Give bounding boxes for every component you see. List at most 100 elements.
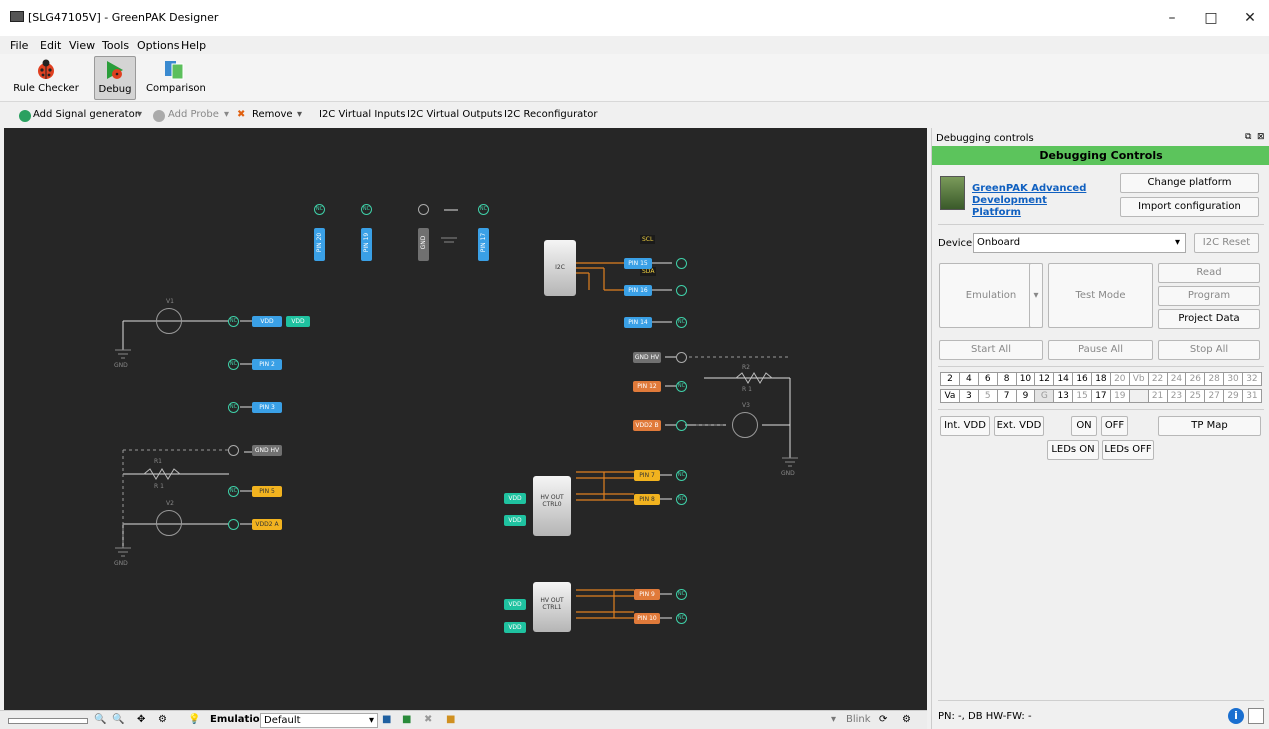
add-signal-generator-button[interactable]: Add Signal generator <box>33 109 139 120</box>
voltage-source-v3[interactable] <box>732 412 758 438</box>
tp-button[interactable]: 14 <box>1054 372 1074 386</box>
pin-14[interactable]: PIN 14 <box>624 317 652 328</box>
tp-button[interactable]: 19 <box>1110 389 1130 403</box>
pan-icon[interactable]: ✥ <box>137 714 145 725</box>
tp-button[interactable]: 26 <box>1186 372 1206 386</box>
tp-button[interactable]: Va <box>940 389 960 403</box>
zoom-slider[interactable] <box>8 718 88 724</box>
add-signal-dropdown-icon[interactable]: ▾ <box>137 109 142 120</box>
pause-all-button[interactable]: Pause All <box>1048 340 1153 360</box>
tp-button[interactable]: 29 <box>1224 389 1243 403</box>
delete-icon[interactable]: ✖ <box>424 714 432 725</box>
tp-button[interactable]: 9 <box>1016 389 1036 403</box>
comparison-button[interactable]: Comparison <box>146 56 206 100</box>
pin-9[interactable]: PIN 9 <box>634 589 660 600</box>
tp-button[interactable]: 3 <box>959 389 979 403</box>
i2c-reconfigurator-button[interactable]: I2C Reconfigurator <box>504 109 597 120</box>
emulation-button[interactable]: Emulation <box>939 263 1043 328</box>
voltage-source-v1[interactable] <box>156 308 182 334</box>
pin-2[interactable]: PIN 2 <box>252 359 282 370</box>
tp-button[interactable]: 16 <box>1073 372 1092 386</box>
probe-pin15[interactable] <box>676 258 687 269</box>
fit-icon[interactable]: ⚙ <box>158 714 167 725</box>
maximize-button[interactable]: □ <box>1196 6 1226 30</box>
remove-button[interactable]: Remove <box>252 109 293 120</box>
tp-button[interactable]: 10 <box>1016 372 1036 386</box>
ext-vdd-button[interactable]: Ext. VDD <box>994 416 1044 436</box>
info-icon[interactable]: i <box>1228 708 1244 724</box>
nc-pin7[interactable]: NC <box>676 470 687 481</box>
nc-pin20[interactable]: NC <box>314 204 325 215</box>
tp-button[interactable]: Vb <box>1129 372 1149 386</box>
pin-16[interactable]: PIN 16 <box>624 285 652 296</box>
off-button[interactable]: OFF <box>1101 416 1128 436</box>
probe-pin16[interactable] <box>676 285 687 296</box>
nc-pin3[interactable]: NC <box>228 402 239 413</box>
tp-button[interactable]: 20 <box>1110 372 1130 386</box>
device-select[interactable]: Onboard ▾ <box>973 233 1186 253</box>
pin-gnd-hv-left[interactable]: GND HV <box>252 445 282 456</box>
folder-icon[interactable]: ■ <box>446 714 455 725</box>
pin-15[interactable]: PIN 15 <box>624 258 652 269</box>
tp-button[interactable]: 21 <box>1148 389 1168 403</box>
tp-button[interactable]: 2 <box>940 372 960 386</box>
nc-pin9[interactable]: NC <box>676 589 687 600</box>
emulation-dropdown-icon[interactable]: ▾ <box>1029 263 1043 328</box>
close-button[interactable]: ✕ <box>1235 6 1265 30</box>
i2c-virtual-inputs-button[interactable]: I2C Virtual Inputs <box>319 109 405 120</box>
tp-map-button[interactable]: TP Map <box>1158 416 1261 436</box>
blink-dropdown-icon[interactable]: ▾ <box>831 714 836 725</box>
tp-button[interactable]: 7 <box>997 389 1017 403</box>
tp-button[interactable]: 17 <box>1092 389 1111 403</box>
save-icon[interactable]: ■ <box>382 714 391 725</box>
tp-button[interactable]: 24 <box>1167 372 1187 386</box>
hv-out-ctrl0-block[interactable]: HV OUT CTRL0 <box>533 476 571 536</box>
nc-pin2[interactable]: NC <box>228 359 239 370</box>
pin-5[interactable]: PIN 5 <box>252 486 282 497</box>
hv-out-ctrl1-block[interactable]: HV OUT CTRL1 <box>533 582 571 632</box>
program-button[interactable]: Program <box>1158 286 1260 306</box>
nc-pin17[interactable]: NC <box>478 204 489 215</box>
pin-gnd-top[interactable]: GND <box>418 228 429 261</box>
tp-button[interactable]: 28 <box>1205 372 1225 386</box>
nc-pin12[interactable]: NC <box>676 381 687 392</box>
panel-close-icon[interactable]: ⊠ <box>1257 132 1265 142</box>
tp-button[interactable]: 6 <box>978 372 998 386</box>
tp-button[interactable]: 5 <box>978 389 998 403</box>
tp-button[interactable]: G <box>1035 389 1055 403</box>
remove-dropdown-icon[interactable]: ▾ <box>297 109 302 120</box>
minimize-button[interactable]: – <box>1157 6 1187 30</box>
debug-button[interactable]: Debug <box>94 56 136 100</box>
nc-pin8[interactable]: NC <box>676 494 687 505</box>
test-mode-button[interactable]: Test Mode <box>1048 263 1153 328</box>
leds-on-button[interactable]: LEDs ON <box>1047 440 1099 460</box>
menu-help[interactable]: Help <box>181 39 206 52</box>
tp-button[interactable]: 18 <box>1092 372 1111 386</box>
pin-10[interactable]: PIN 10 <box>634 613 660 624</box>
pin-vdd2-a[interactable]: VDD2 A <box>252 519 282 530</box>
tp-button[interactable]: 12 <box>1035 372 1055 386</box>
tp-button[interactable]: 4 <box>959 372 979 386</box>
menu-edit[interactable]: Edit <box>40 39 61 52</box>
pin-7[interactable]: PIN 7 <box>634 470 660 481</box>
on-button[interactable]: ON <box>1071 416 1097 436</box>
refresh-icon[interactable]: ⟳ <box>879 714 887 725</box>
log-icon[interactable] <box>1248 708 1264 724</box>
schematic-canvas[interactable]: V1 V2 V3 R1 R 1 R2 R 1 GND GND GND NC VD… <box>4 128 927 710</box>
pin-vdd[interactable]: VDD <box>252 316 282 327</box>
menu-options[interactable]: Options <box>137 39 179 52</box>
i2c-virtual-outputs-button[interactable]: I2C Virtual Outputs <box>407 109 502 120</box>
probe-vdd2b[interactable] <box>676 420 687 431</box>
zoom-out-icon[interactable]: 🔍 <box>94 714 106 725</box>
nc-pin10[interactable]: NC <box>676 613 687 624</box>
tp-button[interactable]: 27 <box>1205 389 1225 403</box>
pin-3[interactable]: PIN 3 <box>252 402 282 413</box>
pin-17[interactable]: PIN 17 <box>478 228 489 261</box>
tp-button[interactable]: 30 <box>1224 372 1243 386</box>
bulb-icon[interactable]: 💡 <box>188 714 200 725</box>
rule-checker-button[interactable]: Rule Checker <box>8 56 84 100</box>
tp-button[interactable]: 22 <box>1148 372 1168 386</box>
tp-button[interactable]: 32 <box>1243 372 1262 386</box>
voltage-source-v2[interactable] <box>156 510 182 536</box>
project-data-button[interactable]: Project Data <box>1158 309 1260 329</box>
